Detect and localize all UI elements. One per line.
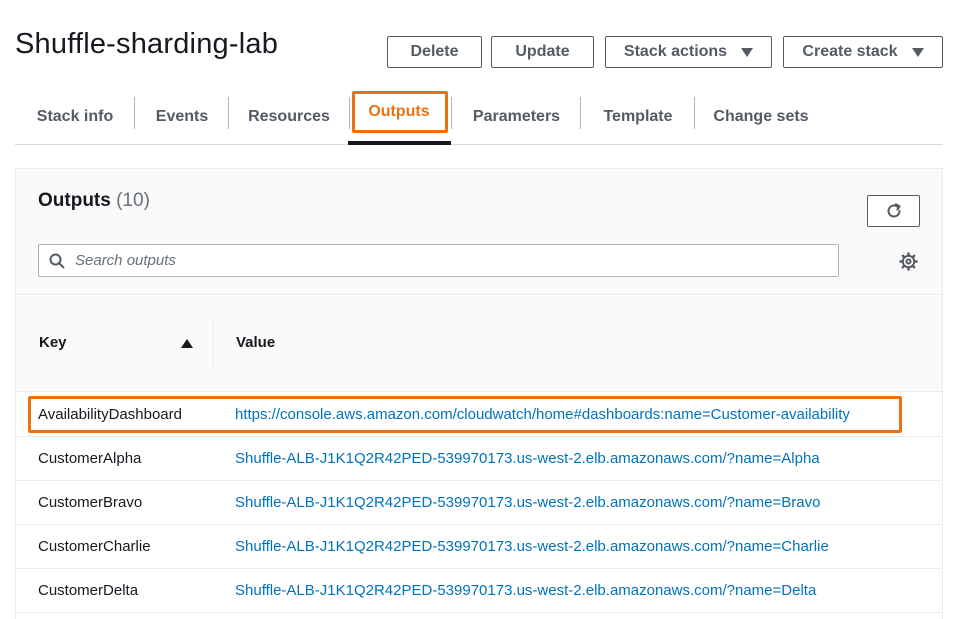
column-header-key[interactable]: Key [39, 334, 67, 351]
output-count: (10) [116, 190, 150, 211]
stack-actions-label: Stack actions [623, 43, 728, 60]
table-row: CustomerCharlie Shuffle-ALB-J1K1Q2R42PED… [16, 525, 942, 569]
table-row: CustomerDelta Shuffle-ALB-J1K1Q2R42PED-5… [16, 569, 942, 613]
refresh-icon [887, 203, 901, 218]
caret-down-icon [741, 47, 754, 57]
create-stack-dropdown[interactable]: Create stack [783, 36, 943, 68]
search-icon [39, 245, 75, 276]
panel-title-text: Outputs [38, 190, 111, 211]
output-value-link[interactable]: Shuffle-ALB-J1K1Q2R42PED-539970173.us-we… [235, 582, 816, 599]
create-stack-label: Create stack [802, 43, 898, 60]
output-key: CustomerDelta [38, 582, 139, 599]
output-key: AvailabilityDashboard [38, 406, 182, 423]
tab-change-sets[interactable]: Change sets [695, 90, 827, 144]
column-divider[interactable] [213, 320, 214, 368]
panel-header: Outputs (10) [16, 169, 942, 295]
tab-parameters[interactable]: Parameters [452, 90, 581, 144]
tab-label: Stack info [36, 108, 114, 125]
table-row: AvailabilityDashboard https://console.aw… [16, 393, 942, 437]
panel-title: Outputs (10) [38, 190, 150, 212]
caret-down-icon [911, 47, 924, 57]
tab-resources[interactable]: Resources [229, 90, 349, 144]
tab-label: Events [155, 108, 209, 125]
delete-button-label: Delete [410, 43, 459, 60]
table-row: CustomerAlpha Shuffle-ALB-J1K1Q2R42PED-5… [16, 437, 942, 481]
gear-icon[interactable] [898, 251, 918, 271]
output-key: CustomerBravo [38, 494, 143, 511]
sort-ascending-icon[interactable] [181, 339, 193, 348]
refresh-button[interactable] [867, 195, 920, 227]
tab-label: Resources [248, 108, 330, 125]
tab-template[interactable]: Template [581, 90, 695, 144]
output-key: CustomerCharlie [38, 538, 151, 555]
column-header-value: Value [236, 334, 276, 351]
tab-stack-info[interactable]: Stack info [15, 90, 135, 144]
tab-label: Parameters [472, 108, 561, 125]
tab-active-indicator [348, 141, 451, 145]
search-outputs-field [38, 244, 839, 277]
output-value-link[interactable]: Shuffle-ALB-J1K1Q2R42PED-539970173.us-we… [235, 538, 829, 555]
search-input[interactable] [75, 252, 815, 269]
table-row: CustomerBravo Shuffle-ALB-J1K1Q2R42PED-5… [16, 481, 942, 525]
tab-divider [349, 97, 350, 129]
tab-bar: Stack info Events Resources Outputs Para… [15, 90, 943, 145]
tab-label: Template [603, 108, 673, 125]
tab-label: Change sets [713, 108, 809, 125]
output-value-link[interactable]: Shuffle-ALB-J1K1Q2R42PED-539970173.us-we… [235, 494, 820, 511]
update-button-label: Update [515, 43, 570, 60]
delete-button[interactable]: Delete [387, 36, 482, 68]
page-title: Shuffle-sharding-lab [15, 28, 279, 60]
output-key: CustomerAlpha [38, 450, 142, 467]
stack-actions-dropdown[interactable]: Stack actions [605, 36, 772, 68]
table-header: Key Value [16, 296, 942, 392]
outputs-panel: Outputs (10) Search outputs Key Value Av… [15, 168, 943, 619]
output-value-link[interactable]: https://console.aws.amazon.com/cloudwatc… [235, 406, 850, 423]
output-value-link[interactable]: Shuffle-ALB-J1K1Q2R42PED-539970173.us-we… [235, 450, 820, 467]
update-button[interactable]: Update [491, 36, 594, 68]
tab-events[interactable]: Events [135, 90, 229, 144]
tab-focus-outline [352, 91, 448, 133]
